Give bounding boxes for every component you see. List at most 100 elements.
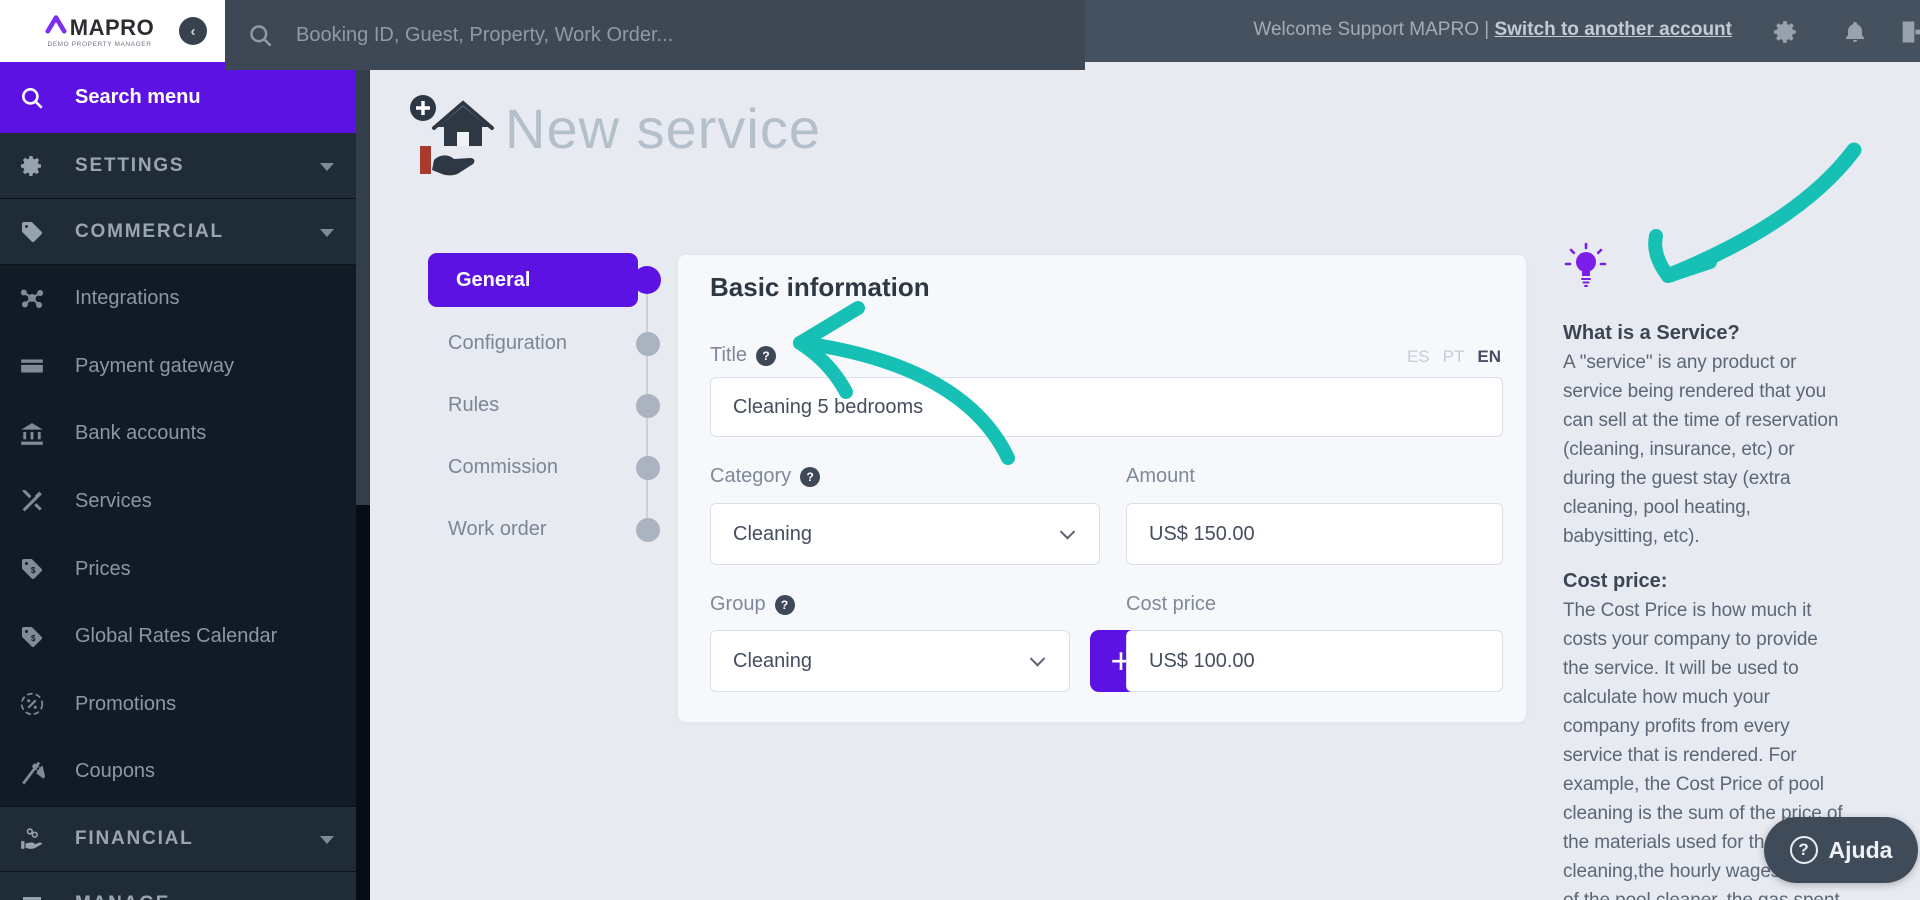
global-search-bar[interactable] <box>225 0 1085 70</box>
sidebar-section-commercial[interactable]: COMMERCIAL <box>0 199 356 265</box>
sidebar-item-promotions[interactable]: Promotions <box>0 671 356 739</box>
switch-account-link[interactable]: Switch to another account <box>1494 19 1732 40</box>
chevron-down-icon <box>320 835 334 844</box>
help-section1-title: What is a Service? <box>1563 322 1740 344</box>
sidebar-item-label: Promotions <box>75 692 177 715</box>
help-question-icon[interactable]: ? <box>774 594 795 615</box>
new-service-icon <box>408 94 504 189</box>
lang-es[interactable]: ES <box>1407 347 1430 367</box>
help-question-icon[interactable]: ? <box>756 345 777 366</box>
price-tag-dollar-icon: $ <box>12 557 52 581</box>
stepper: General Configuration Rules Commission W… <box>428 253 678 573</box>
step-work-order[interactable]: Work order <box>448 518 618 541</box>
sidebar-item-prices[interactable]: $ Prices <box>0 535 356 603</box>
sidebar-item-label: Coupons <box>75 760 156 783</box>
sidebar-item-search-menu[interactable]: Search menu <box>0 62 356 133</box>
credit-card-icon <box>12 353 52 379</box>
amount-label-text: Amount <box>1126 465 1195 487</box>
lang-pt[interactable]: PT <box>1443 347 1465 367</box>
step-dot-active[interactable] <box>633 266 661 294</box>
step-dot[interactable] <box>636 394 660 418</box>
lightbulb-icon <box>1564 242 1608 287</box>
sidebar-item-coupons[interactable]: Coupons <box>0 738 356 806</box>
sidebar-item-bank-accounts[interactable]: Bank accounts <box>0 400 356 468</box>
help-section1-body: A "service" is any product or service be… <box>1563 352 1839 547</box>
step-dot[interactable] <box>636 332 660 356</box>
category-value: Cleaning <box>733 522 812 545</box>
global-search-input[interactable] <box>274 0 1085 70</box>
bank-icon <box>12 421 52 447</box>
page-title: New service <box>505 97 821 160</box>
help-floating-button[interactable]: ? Ajuda <box>1764 817 1918 883</box>
lang-en[interactable]: EN <box>1477 347 1501 367</box>
sidebar-item-global-rates-calendar[interactable]: $ Global Rates Calendar <box>0 603 356 671</box>
amount-label: Amount <box>1126 465 1195 488</box>
cost-price-label: Cost price <box>1126 593 1216 616</box>
sidebar-section-financial[interactable]: FINANCIAL <box>0 805 356 872</box>
step-general[interactable]: General <box>428 253 638 307</box>
chevron-down-icon <box>1029 651 1046 667</box>
sidebar-section-label: MANAGE <box>75 893 170 900</box>
help-section2-title: Cost price: <box>1563 570 1668 592</box>
svg-text:$: $ <box>31 566 36 575</box>
title-input[interactable]: Cleaning 5 bedrooms <box>710 377 1503 437</box>
title-label-text: Title <box>710 344 748 366</box>
percent-icon <box>12 691 52 717</box>
chevron-down-icon <box>1059 524 1076 540</box>
step-rules[interactable]: Rules <box>448 394 618 417</box>
cost-price-label-text: Cost price <box>1126 593 1217 615</box>
sidebar-item-payment-gateway[interactable]: Payment gateway <box>0 333 356 401</box>
step-label: General <box>456 268 531 291</box>
chevron-left-icon: ‹ <box>190 22 196 40</box>
amount-input[interactable]: US$ 150.00 <box>1126 503 1503 565</box>
step-configuration[interactable]: Configuration <box>448 332 618 355</box>
category-select[interactable]: Cleaning <box>710 503 1100 565</box>
sidebar-item-integrations[interactable]: Integrations <box>0 265 356 333</box>
sidebar-scrollbar[interactable] <box>356 62 370 900</box>
network-icon <box>12 286 52 312</box>
chevron-down-icon <box>320 228 334 237</box>
app-root: MAPRO DEMO PROPERTY MANAGER ‹ Welcome Su… <box>0 0 1920 900</box>
price-tag-dollar-icon: $ <box>12 625 52 649</box>
category-label-text: Category <box>710 465 792 487</box>
group-select[interactable]: Cleaning <box>710 630 1070 692</box>
bell-icon <box>1846 22 1864 42</box>
hand-coins-icon <box>12 826 52 852</box>
scrollbar-thumb[interactable] <box>356 62 370 505</box>
card-heading: Basic information <box>710 272 930 302</box>
logout-icon <box>1902 21 1920 43</box>
sidebar-section-settings[interactable]: SETTINGS <box>0 133 356 199</box>
sidebar: Search menu SETTINGS COMMERCIAL Integrat… <box>0 62 356 900</box>
step-commission[interactable]: Commission <box>448 456 618 479</box>
search-icon <box>12 85 52 111</box>
step-dot[interactable] <box>636 456 660 480</box>
logo: MAPRO DEMO PROPERTY MANAGER <box>45 14 154 48</box>
welcome-label: Welcome Support MAPRO | <box>1253 19 1495 40</box>
logout-button[interactable] <box>1896 16 1920 48</box>
title-label: Title ? <box>710 344 777 367</box>
search-icon <box>250 24 272 47</box>
chevron-down-icon <box>320 162 334 171</box>
sidebar-item-services[interactable]: Services <box>0 468 356 536</box>
group-label-text: Group <box>710 593 766 615</box>
logo-tagline: DEMO PROPERTY MANAGER <box>47 41 152 48</box>
help-question-icon[interactable]: ? <box>800 466 821 487</box>
basic-information-card: Basic information Title ? ES PT EN Clean… <box>678 255 1526 722</box>
svg-text:$: $ <box>31 634 36 643</box>
sidebar-section-manage[interactable]: MANAGE <box>0 871 356 900</box>
tools-icon <box>12 489 52 515</box>
logo-caret-icon <box>45 14 67 39</box>
logo-brand-text: MAPRO <box>69 15 155 40</box>
price-tag-icon <box>12 220 52 244</box>
step-dot[interactable] <box>636 518 660 542</box>
help-panel: What is a Service? A "service" is any pr… <box>1563 240 1845 900</box>
settings-button[interactable] <box>1770 16 1802 48</box>
group-value: Cleaning <box>733 649 812 672</box>
sidebar-item-label: Payment gateway <box>75 354 234 377</box>
notifications-button[interactable] <box>1839 16 1871 48</box>
question-circle-icon: ? <box>1789 836 1818 864</box>
welcome-text: Welcome Support MAPRO | Switch to anothe… <box>1253 19 1732 41</box>
sidebar-collapse-button[interactable]: ‹ <box>179 17 207 45</box>
sidebar-item-label: Global Rates Calendar <box>75 625 278 648</box>
cost-price-input[interactable]: US$ 100.00 <box>1126 630 1503 692</box>
